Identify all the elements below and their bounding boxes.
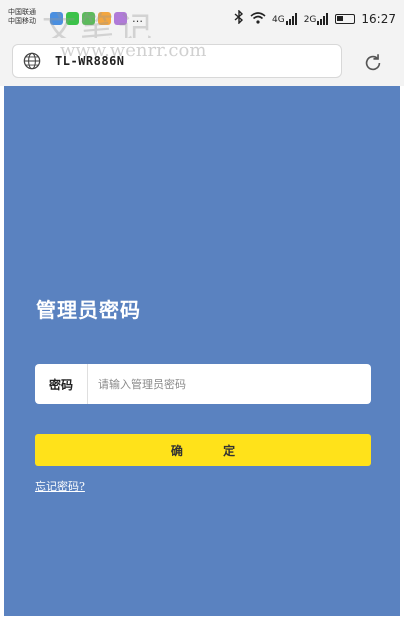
status-bar: 中国联通 中国移动 … 4G 2G 16:27 文笔记 bbox=[0, 0, 404, 50]
frame-border-left bbox=[0, 86, 4, 622]
carrier-1: 中国联通 bbox=[8, 8, 36, 16]
carrier-2: 中国移动 bbox=[8, 17, 36, 25]
forgot-password-link[interactable]: 忘记密码? bbox=[35, 478, 85, 494]
frame-border-bottom bbox=[0, 616, 404, 622]
status-indicators: 4G 2G 16:27 bbox=[234, 9, 396, 27]
watermark-url: www.wenrr.com bbox=[60, 40, 207, 61]
bluetooth-icon bbox=[234, 9, 244, 27]
battery-icon bbox=[335, 13, 356, 24]
signal-2g-icon: 2G bbox=[304, 12, 330, 25]
frame-border-right bbox=[400, 86, 404, 622]
page-title: 管理员密码 bbox=[36, 298, 141, 322]
password-input[interactable] bbox=[88, 364, 371, 404]
signal-4g-icon: 4G bbox=[272, 12, 298, 25]
confirm-button[interactable]: 确 定 bbox=[35, 434, 371, 466]
globe-icon bbox=[23, 52, 41, 70]
carrier-info: 中国联通 中国移动 bbox=[8, 8, 36, 26]
password-field-row: 密码 bbox=[35, 364, 371, 404]
reload-icon[interactable] bbox=[362, 52, 384, 74]
login-page: 管理员密码 密码 确 定 忘记密码? bbox=[4, 86, 400, 616]
clock: 16:27 bbox=[361, 11, 396, 26]
wifi-icon bbox=[250, 11, 266, 27]
password-label: 密码 bbox=[35, 364, 88, 404]
